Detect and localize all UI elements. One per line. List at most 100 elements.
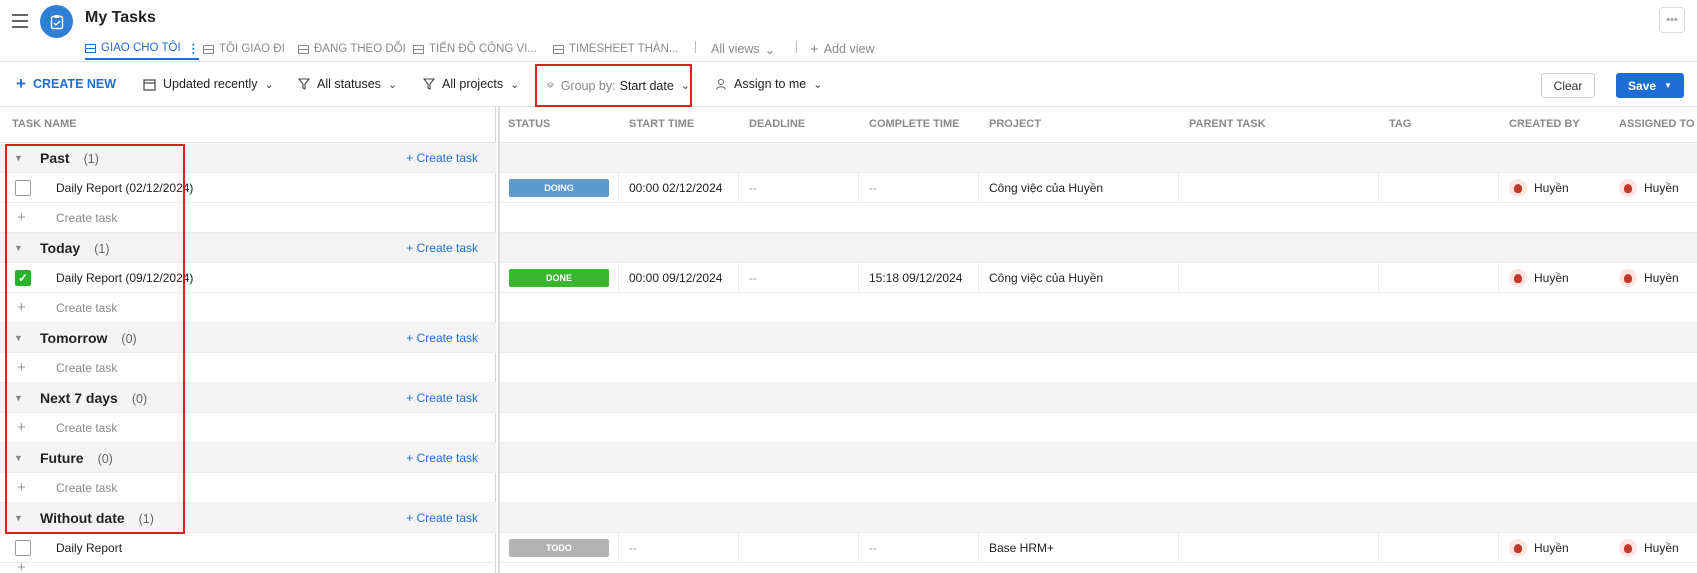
tasks-app-icon	[40, 5, 73, 38]
add-view-button[interactable]: + Add view	[810, 38, 875, 60]
task-detail-row[interactable]: DOING 00:00 02/12/2024 -- -- Công việc c…	[500, 173, 1697, 203]
tab-options-icon[interactable]: ⋮	[188, 41, 200, 55]
tab-tien-do-cong-viec[interactable]: TIẾN ĐỘ CÔNG VI...	[413, 38, 537, 60]
group-row-past[interactable]: ▼ Past (1) + Create task	[0, 143, 496, 173]
group-row-without-date[interactable]: ▼ Without date (1) + Create task	[0, 503, 496, 533]
complete-time-cell[interactable]: 15:18 09/12/2024	[859, 263, 979, 293]
hamburger-menu-icon[interactable]	[12, 14, 28, 28]
collapse-triangle-icon[interactable]: ▼	[14, 513, 23, 523]
create-task-link[interactable]: + Create task	[406, 391, 478, 405]
all-views-dropdown[interactable]: All views ⌄	[711, 38, 775, 60]
group-name: Next 7 days	[40, 389, 118, 406]
assigned-to-cell[interactable]: Huyền	[1619, 173, 1697, 203]
plus-icon: +	[17, 299, 26, 316]
group-by-dropdown[interactable]: Group by: Start date ⌄	[535, 64, 692, 107]
project-cell[interactable]: Base HRM+	[979, 533, 1179, 563]
collapse-triangle-icon[interactable]: ▼	[14, 453, 23, 463]
create-task-row[interactable]: + Create task	[0, 203, 496, 233]
assign-filter-dropdown[interactable]: Assign to me ⌄	[715, 62, 822, 106]
group-row-future[interactable]: ▼ Future (0) + Create task	[0, 443, 496, 473]
task-row[interactable]: ✓ Daily Report (09/12/2024)	[0, 263, 496, 293]
more-options-button[interactable]: •••	[1659, 7, 1685, 33]
column-header-task-name: TASK NAME	[0, 107, 496, 143]
create-task-link[interactable]: + Create task	[406, 151, 478, 165]
create-task-link[interactable]: + Create task	[406, 511, 478, 525]
assigned-to-name: Huyền	[1644, 181, 1679, 195]
group-row-today[interactable]: ▼ Today (1) + Create task	[0, 233, 496, 263]
create-task-row[interactable]: + Create task	[0, 473, 496, 503]
task-checkbox-checked[interactable]: ✓	[15, 269, 31, 286]
task-detail-row[interactable]: DONE 00:00 09/12/2024 -- 15:18 09/12/202…	[500, 263, 1697, 293]
create-task-row[interactable]: + Create task	[0, 413, 496, 443]
project-cell[interactable]: Công việc của Huyền	[979, 263, 1179, 293]
tag-cell[interactable]	[1379, 533, 1499, 563]
tab-toi-giao-di[interactable]: TÔI GIAO ĐI	[203, 38, 285, 60]
create-task-link[interactable]: + Create task	[406, 331, 478, 345]
all-views-label: All views	[711, 42, 760, 56]
task-name[interactable]: Daily Report	[56, 541, 122, 555]
add-view-label: Add view	[823, 42, 875, 56]
collapse-triangle-icon[interactable]: ▼	[14, 333, 23, 343]
start-time-cell[interactable]: --	[619, 533, 739, 563]
tag-cell[interactable]	[1379, 173, 1499, 203]
page-title: My Tasks	[85, 9, 156, 26]
status-badge[interactable]: DOING	[509, 179, 609, 197]
create-task-link[interactable]: + Create task	[406, 451, 478, 465]
clear-button[interactable]: Clear	[1541, 73, 1595, 98]
task-row[interactable]: Daily Report	[0, 533, 496, 563]
parent-task-cell[interactable]	[1179, 263, 1379, 293]
group-row-tomorrow[interactable]: ▼ Tomorrow (0) + Create task	[0, 323, 496, 353]
tab-label: ĐANG THEO DÕI	[314, 43, 406, 55]
project-filter-dropdown[interactable]: All projects ⌄	[423, 62, 519, 106]
complete-time-cell[interactable]: --	[859, 533, 979, 563]
collapse-triangle-icon[interactable]: ▼	[14, 243, 23, 253]
status-cell[interactable]: TODO	[500, 533, 619, 563]
create-task-row[interactable]: + Create task	[0, 293, 496, 323]
deadline-cell[interactable]: --	[739, 173, 859, 203]
deadline-cell[interactable]: --	[739, 263, 859, 293]
parent-task-cell[interactable]	[1179, 533, 1379, 563]
filter-icon	[298, 78, 310, 90]
column-header-project: PROJECT	[989, 118, 1041, 130]
group-row-next-7-days[interactable]: ▼ Next 7 days (0) + Create task	[0, 383, 496, 413]
created-by-cell[interactable]: Huyền	[1509, 263, 1619, 293]
deadline-cell[interactable]	[739, 533, 859, 563]
tag-cell[interactable]	[1379, 263, 1499, 293]
task-checkbox[interactable]	[15, 179, 31, 196]
created-by-name: Huyền	[1534, 181, 1569, 195]
save-button[interactable]: Save ▼	[1616, 73, 1684, 98]
gantt-view-icon	[413, 44, 424, 54]
task-checkbox[interactable]	[15, 539, 31, 556]
parent-task-cell[interactable]	[1179, 173, 1379, 203]
status-filter-dropdown[interactable]: All statuses ⌄	[298, 62, 397, 106]
create-new-button[interactable]: + CREATE NEW	[16, 62, 116, 106]
tab-timesheet[interactable]: TIMESHEET THÀN...	[553, 38, 678, 60]
sort-dropdown[interactable]: Updated recently ⌄	[143, 62, 274, 106]
create-task-label: Create task	[56, 480, 118, 495]
tab-dang-theo-doi[interactable]: ĐANG THEO DÕI	[298, 38, 406, 60]
project-cell[interactable]: Công việc của Huyền	[979, 173, 1179, 203]
complete-time-cell[interactable]: --	[859, 173, 979, 203]
task-name[interactable]: Daily Report (09/12/2024)	[56, 271, 193, 285]
create-task-link[interactable]: + Create task	[406, 241, 478, 255]
created-by-cell[interactable]: Huyền	[1509, 173, 1619, 203]
start-time-cell[interactable]: 00:00 09/12/2024	[619, 263, 739, 293]
created-by-cell[interactable]: Huyền	[1509, 533, 1619, 563]
create-task-row[interactable]: + Create task	[0, 353, 496, 383]
table-view-icon	[203, 44, 214, 54]
create-task-row[interactable]: +	[0, 563, 496, 573]
status-cell[interactable]: DONE	[500, 263, 619, 293]
status-cell[interactable]: DOING	[500, 173, 619, 203]
tab-giao-cho-toi[interactable]: GIAO CHO TÔI ⋮	[85, 38, 200, 60]
task-row[interactable]: Daily Report (02/12/2024)	[0, 173, 496, 203]
assigned-to-cell[interactable]: Huyền	[1619, 533, 1697, 563]
start-time-cell[interactable]: 00:00 02/12/2024	[619, 173, 739, 203]
task-name[interactable]: Daily Report (02/12/2024)	[56, 181, 193, 195]
status-badge[interactable]: DONE	[509, 269, 609, 287]
status-badge[interactable]: TODO	[509, 539, 609, 557]
assigned-to-cell[interactable]: Huyền	[1619, 263, 1697, 293]
collapse-triangle-icon[interactable]: ▼	[14, 393, 23, 403]
collapse-triangle-icon[interactable]: ▼	[14, 153, 23, 163]
task-detail-row[interactable]: TODO -- -- Base HRM+ Huyền Huyền	[500, 533, 1697, 563]
group-name: Without date	[40, 509, 125, 526]
